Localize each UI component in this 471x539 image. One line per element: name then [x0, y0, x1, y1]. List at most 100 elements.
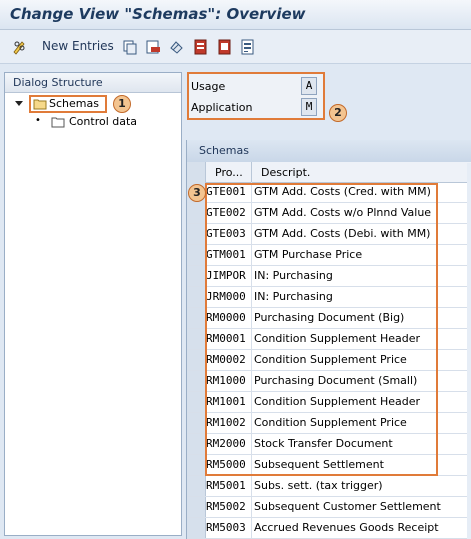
dialog-structure-header: Dialog Structure	[5, 73, 181, 93]
bullet-icon: •	[35, 115, 41, 126]
table-row[interactable]: RM0000 Purchasing Document (Big)	[187, 308, 471, 329]
expand-triangle-icon[interactable]	[15, 100, 23, 108]
description-cell: Purchasing Document (Big)	[254, 311, 405, 324]
description-cell: GTM Add. Costs (Debi. with MM)	[254, 227, 431, 240]
procedure-cell: GTE002	[206, 206, 246, 219]
delete-icon[interactable]	[145, 39, 161, 55]
table-row[interactable]: GTE001 GTM Add. Costs (Cred. with MM)	[187, 182, 471, 203]
row-selector[interactable]	[187, 476, 206, 496]
table-row[interactable]: JRM000 IN: Purchasing	[187, 287, 471, 308]
description-cell: Stock Transfer Document	[254, 437, 393, 450]
column-header-procedure[interactable]: Pro...	[215, 166, 243, 179]
description-cell: Purchasing Document (Small)	[254, 374, 418, 387]
table-row[interactable]: RM2000 Stock Transfer Document	[187, 434, 471, 455]
procedure-cell: RM1001	[206, 395, 246, 408]
description-cell: IN: Purchasing	[254, 290, 333, 303]
description-cell: Subsequent Customer Settlement	[254, 500, 441, 513]
row-selector[interactable]	[187, 266, 206, 286]
deselect-icon[interactable]	[217, 39, 233, 55]
table-row[interactable]: RM0002 Condition Supplement Price	[187, 350, 471, 371]
usage-label: Usage	[191, 80, 226, 93]
toolbar: New Entries	[0, 30, 471, 64]
description-cell: GTM Add. Costs w/o Plnnd Value	[254, 206, 432, 219]
procedure-cell: RM0000	[206, 311, 246, 324]
select-all-rows[interactable]	[187, 162, 206, 182]
procedure-cell: RM5001	[206, 479, 246, 492]
procedure-cell: JRM000	[206, 290, 246, 303]
application-field[interactable]: M	[301, 98, 317, 116]
folder-open-icon	[33, 99, 47, 110]
row-selector[interactable]	[187, 413, 206, 433]
row-selector[interactable]	[187, 371, 206, 391]
page-title: Change View "Schemas": Overview	[10, 5, 306, 23]
select-all-icon[interactable]	[193, 39, 209, 55]
title-bar: Change View "Schemas": Overview	[0, 0, 471, 30]
description-cell: GTM Purchase Price	[254, 248, 363, 261]
table-row[interactable]: GTM001 GTM Purchase Price	[187, 245, 471, 266]
undo-icon[interactable]	[168, 39, 184, 55]
procedure-cell: JIMPOR	[206, 269, 246, 282]
row-selector[interactable]	[187, 203, 206, 223]
schemas-title-text: Schemas	[199, 144, 249, 157]
description-cell: Condition Supplement Header	[254, 332, 421, 345]
table-row[interactable]: GTE002 GTM Add. Costs w/o Plnnd Value	[187, 203, 471, 224]
vertical-scrollbar[interactable]	[467, 163, 471, 539]
table-row[interactable]: RM0001 Condition Supplement Header	[187, 329, 471, 350]
application-row: Application M	[189, 97, 323, 117]
row-selector[interactable]	[187, 497, 206, 517]
usage-row: Usage A	[189, 76, 323, 96]
description-cell: Condition Supplement Price	[254, 416, 407, 429]
folder-icon	[51, 117, 65, 128]
schemas-table: Schemas Pro... Descript. GTE001 GTM Add. …	[186, 140, 471, 539]
row-selector[interactable]	[187, 434, 206, 454]
tree-item-label: Schemas	[49, 97, 99, 110]
row-selector[interactable]	[187, 392, 206, 412]
usage-field[interactable]: A	[301, 77, 317, 95]
table-row[interactable]: RM1002 Condition Supplement Price	[187, 413, 471, 434]
annotation-badge-1: 1	[113, 95, 131, 113]
table-header: Pro... Descript.	[187, 162, 471, 183]
table-row[interactable]: RM5001 Subs. sett. (tax trigger)	[187, 476, 471, 497]
row-selector[interactable]	[187, 350, 206, 370]
table-row[interactable]: RM5002 Subsequent Customer Settlement	[187, 497, 471, 518]
row-selector[interactable]	[187, 455, 206, 475]
row-selector[interactable]	[187, 518, 206, 538]
row-selector[interactable]	[187, 245, 206, 265]
description-cell: Accrued Revenues Goods Receipt	[254, 521, 439, 534]
table-row[interactable]: RM1000 Purchasing Document (Small)	[187, 371, 471, 392]
annotation-badge-2: 2	[329, 104, 347, 122]
row-selector[interactable]	[187, 329, 206, 349]
procedure-cell: RM0002	[206, 353, 246, 366]
tree-item-schemas[interactable]: Schemas 1	[15, 95, 175, 113]
description-cell: Subs. sett. (tax trigger)	[254, 479, 383, 492]
procedure-cell: GTM001	[206, 248, 246, 261]
procedure-cell: RM5003	[206, 521, 246, 534]
procedure-cell: RM1000	[206, 374, 246, 387]
description-cell: Condition Supplement Header	[254, 395, 421, 408]
row-selector[interactable]	[187, 308, 206, 328]
table-row[interactable]: RM5000 Subsequent Settlement	[187, 455, 471, 476]
pencil-glasses-icon[interactable]	[12, 39, 28, 55]
description-cell: GTM Add. Costs (Cred. with MM)	[254, 185, 431, 198]
procedure-cell: RM0001	[206, 332, 246, 345]
table-row[interactable]: JIMPOR IN: Purchasing	[187, 266, 471, 287]
application-label: Application	[191, 101, 253, 114]
description-cell: IN: Purchasing	[254, 269, 333, 282]
schemas-table-title: Schemas	[187, 140, 471, 163]
annotation-badge-3: 3	[188, 184, 206, 202]
procedure-cell: GTE003	[206, 227, 246, 240]
select-block-icon[interactable]	[240, 39, 256, 55]
new-entries-button[interactable]: New Entries	[42, 39, 114, 53]
column-header-description[interactable]: Descript.	[261, 166, 310, 179]
table-row[interactable]: RM1001 Condition Supplement Header	[187, 392, 471, 413]
description-cell: Subsequent Settlement	[254, 458, 384, 471]
procedure-cell: RM1002	[206, 416, 246, 429]
description-cell: Condition Supplement Price	[254, 353, 407, 366]
row-selector[interactable]	[187, 287, 206, 307]
row-selector[interactable]	[187, 224, 206, 244]
selection-fields: Usage A Application M	[187, 72, 325, 120]
tree-item-control-data[interactable]: • Control data	[35, 113, 175, 131]
table-row[interactable]: GTE003 GTM Add. Costs (Debi. with MM)	[187, 224, 471, 245]
table-row[interactable]: RM5003 Accrued Revenues Goods Receipt	[187, 518, 471, 539]
copy-icon[interactable]	[122, 39, 138, 55]
